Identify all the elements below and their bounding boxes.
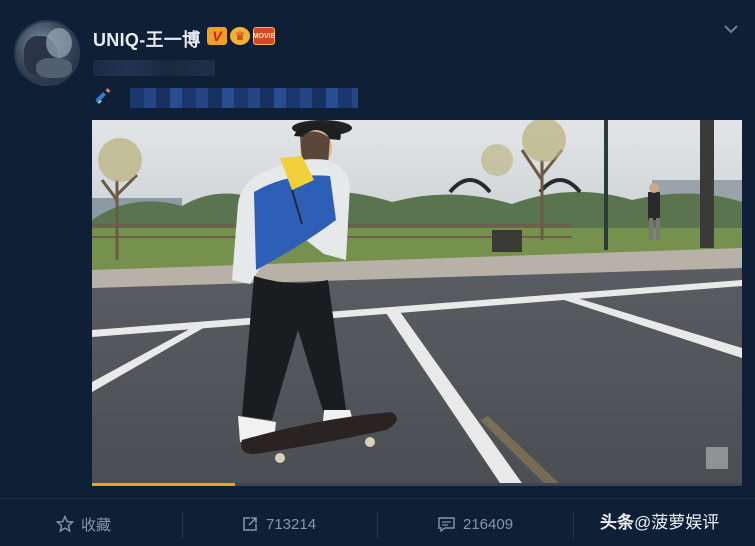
movie-badge[interactable]: MOVIE <box>253 27 275 45</box>
comment-icon <box>438 517 455 533</box>
comment-count: 216409 <box>463 515 514 533</box>
watermark-brand: 头条 <box>600 513 634 532</box>
action-separator <box>377 512 378 538</box>
favorite-button[interactable]: 收藏 <box>56 512 111 536</box>
post-time-blurred <box>93 60 215 76</box>
video-player[interactable] <box>92 120 742 486</box>
toutiao-watermark: 头条@菠萝娱评 <box>600 508 719 533</box>
video-progress-fill <box>92 483 235 486</box>
action-bar-divider <box>0 498 755 499</box>
repost-count: 713214 <box>266 515 317 533</box>
action-separator <box>182 512 183 538</box>
crown-badge[interactable]: ♛ <box>230 27 250 45</box>
star-icon <box>56 515 74 533</box>
video-frame <box>92 120 742 486</box>
watermark-handle: @菠萝娱评 <box>634 513 720 532</box>
video-watermark-tile <box>706 447 728 469</box>
pencil-icon <box>95 88 111 104</box>
favorite-label: 收藏 <box>81 516 112 534</box>
verified-v-badge[interactable]: V <box>207 27 227 45</box>
avatar[interactable] <box>14 20 80 86</box>
action-separator <box>573 512 574 538</box>
weibo-post-card: UNIQ-王一博 V ♛ MOVIE 收藏 713214 216409 头条@菠… <box>0 0 755 546</box>
chevron-down-icon[interactable] <box>724 22 738 36</box>
comment-button[interactable]: 216409 <box>437 512 513 536</box>
share-icon <box>243 517 257 531</box>
username[interactable]: UNIQ-王一博 <box>93 26 200 52</box>
post-text-blurred <box>130 88 358 108</box>
repost-button[interactable]: 713214 <box>241 512 316 536</box>
